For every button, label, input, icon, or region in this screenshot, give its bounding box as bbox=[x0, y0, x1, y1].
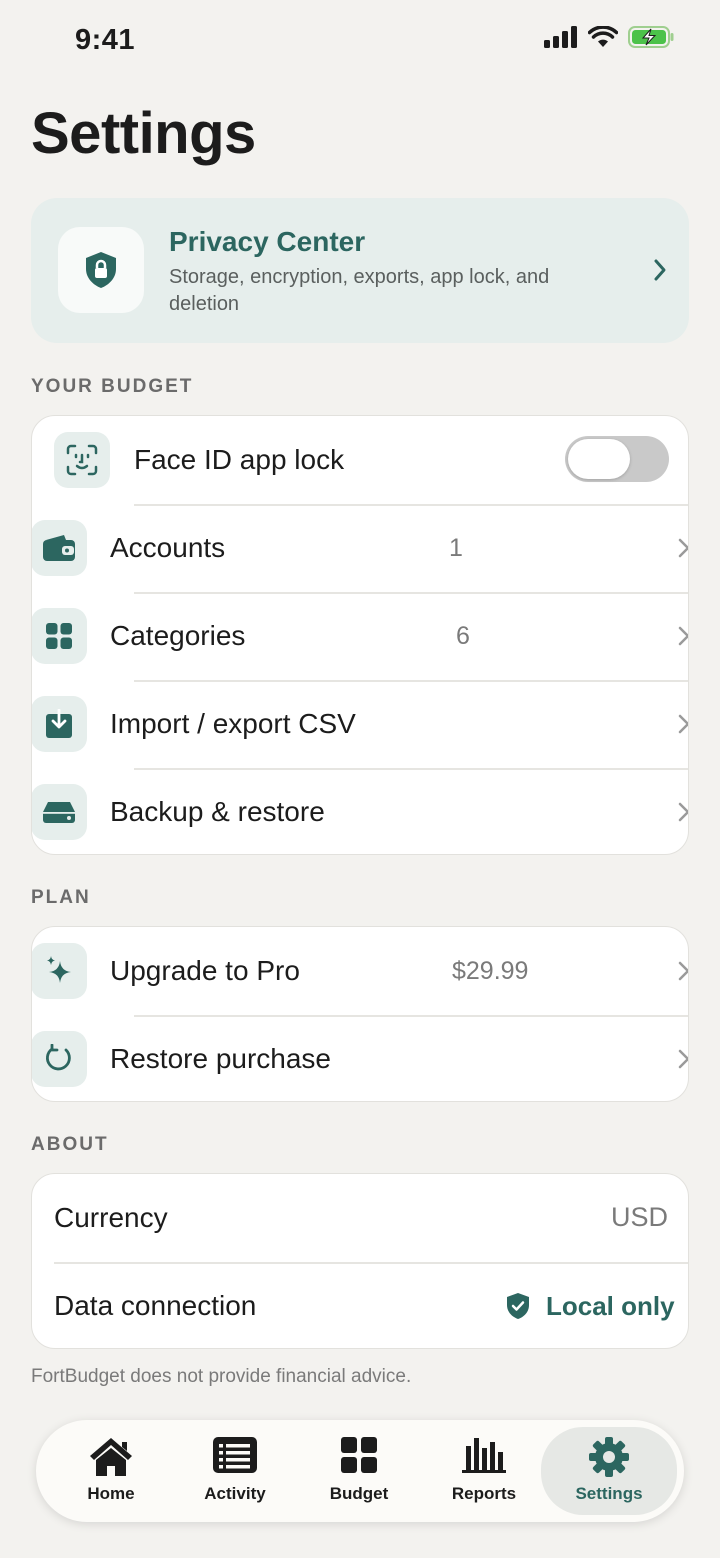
divider bbox=[134, 680, 688, 682]
divider bbox=[54, 1262, 688, 1264]
tab-activity-label: Activity bbox=[204, 1484, 266, 1503]
tab-settings[interactable]: Settings bbox=[541, 1427, 677, 1515]
gear-icon bbox=[589, 1437, 629, 1477]
data-connection-value: Local only bbox=[546, 1291, 675, 1321]
plan-card: Upgrade to Pro $29.99 Restore purchase bbox=[31, 926, 689, 1102]
categories-row[interactable]: Categories 6 bbox=[32, 592, 688, 680]
upgrade-label: Upgrade to Pro bbox=[110, 955, 300, 986]
divider bbox=[134, 504, 688, 506]
chevron-right-icon bbox=[678, 626, 688, 646]
section-label-your-budget: YOUR BUDGET bbox=[31, 376, 194, 397]
budget-card: Face ID app lock Accounts 1 Categories 6… bbox=[31, 415, 689, 855]
currency-value: USD bbox=[610, 1202, 668, 1232]
about-card: Currency USD Data connection Local only bbox=[31, 1173, 689, 1349]
status-time: 9:41 bbox=[75, 24, 136, 56]
tab-settings-label: Settings bbox=[575, 1484, 643, 1503]
backup-label: Backup & restore bbox=[110, 796, 325, 827]
divider bbox=[134, 768, 688, 770]
import-export-row[interactable]: Import / export CSV bbox=[32, 680, 688, 768]
currency-label: Currency bbox=[54, 1202, 168, 1233]
face-id-toggle[interactable] bbox=[565, 436, 669, 482]
grid-icon bbox=[341, 1437, 377, 1473]
categories-count: 6 bbox=[456, 622, 470, 650]
toggle-knob bbox=[568, 439, 630, 479]
upgrade-icon-tile bbox=[32, 943, 87, 999]
section-label-about: ABOUT bbox=[31, 1134, 109, 1155]
page-title: Settings bbox=[31, 101, 256, 166]
accounts-label: Accounts bbox=[110, 532, 226, 563]
list-icon bbox=[213, 1437, 257, 1473]
wallet-icon bbox=[43, 535, 75, 561]
privacy-center-card[interactable]: Privacy Center Storage, encryption, expo… bbox=[31, 198, 689, 343]
backup-icon-tile bbox=[32, 784, 87, 840]
upgrade-row[interactable]: Upgrade to Pro $29.99 bbox=[32, 927, 688, 1015]
tab-budget-label: Budget bbox=[329, 1484, 389, 1503]
section-label-plan: PLAN bbox=[31, 887, 91, 908]
face-id-row: Face ID app lock bbox=[32, 416, 688, 504]
refresh-icon bbox=[46, 1044, 71, 1071]
upgrade-price: $29.99 bbox=[452, 957, 529, 985]
accounts-count: 1 bbox=[449, 534, 463, 562]
tab-bar: Home Activity Budget Reports Settings bbox=[36, 1420, 684, 1522]
house-icon bbox=[90, 1438, 132, 1476]
data-connection-row: Data connection Local only bbox=[32, 1262, 688, 1348]
divider bbox=[134, 592, 688, 594]
data-connection-label: Data connection bbox=[54, 1290, 257, 1321]
restore-purchase-row[interactable]: Restore purchase bbox=[32, 1015, 688, 1101]
backup-row[interactable]: Backup & restore bbox=[32, 768, 688, 854]
tab-home[interactable]: Home bbox=[51, 1420, 171, 1522]
face-id-icon-tile bbox=[54, 432, 110, 488]
accounts-icon-tile bbox=[32, 520, 87, 576]
privacy-icon-tile bbox=[58, 227, 144, 313]
signal-icon bbox=[544, 26, 577, 48]
tab-budget[interactable]: Budget bbox=[299, 1420, 419, 1522]
status-icons bbox=[544, 26, 674, 48]
restore-label: Restore purchase bbox=[110, 1043, 332, 1074]
restore-icon-tile bbox=[32, 1031, 87, 1087]
shield-lock-icon bbox=[86, 252, 116, 288]
accounts-row[interactable]: Accounts 1 bbox=[32, 504, 688, 592]
tab-reports-label: Reports bbox=[451, 1484, 517, 1503]
face-id-icon bbox=[66, 444, 98, 476]
categories-label: Categories bbox=[110, 620, 246, 651]
privacy-center-description: Storage, encryption, exports, app lock, … bbox=[169, 266, 550, 315]
chevron-right-icon bbox=[678, 714, 688, 734]
tab-reports[interactable]: Reports bbox=[424, 1420, 544, 1522]
shield-check-icon bbox=[507, 1293, 529, 1319]
chevron-right-icon bbox=[678, 802, 688, 822]
tab-home-label: Home bbox=[87, 1484, 135, 1503]
privacy-center-title: Privacy Center bbox=[169, 226, 366, 257]
tab-activity[interactable]: Activity bbox=[175, 1420, 295, 1522]
drive-icon bbox=[43, 802, 75, 823]
chevron-right-icon bbox=[678, 961, 688, 981]
chevron-right-icon bbox=[654, 259, 666, 281]
face-id-label: Face ID app lock bbox=[134, 444, 345, 475]
download-tray-icon bbox=[46, 709, 72, 738]
currency-row[interactable]: Currency USD bbox=[32, 1174, 688, 1262]
disclaimer-note: FortBudget does not provide financial ad… bbox=[31, 1366, 412, 1387]
grid-icon bbox=[46, 623, 72, 649]
chevron-right-icon bbox=[678, 538, 688, 558]
sparkles-icon bbox=[47, 956, 71, 983]
import-export-icon-tile bbox=[32, 696, 87, 752]
divider bbox=[134, 1015, 688, 1017]
wifi-icon bbox=[588, 26, 618, 47]
chevron-right-icon bbox=[678, 1049, 688, 1069]
import-export-label: Import / export CSV bbox=[110, 708, 356, 739]
battery-icon bbox=[628, 26, 674, 48]
bar-chart-icon bbox=[462, 1438, 506, 1473]
categories-icon-tile bbox=[32, 608, 87, 664]
